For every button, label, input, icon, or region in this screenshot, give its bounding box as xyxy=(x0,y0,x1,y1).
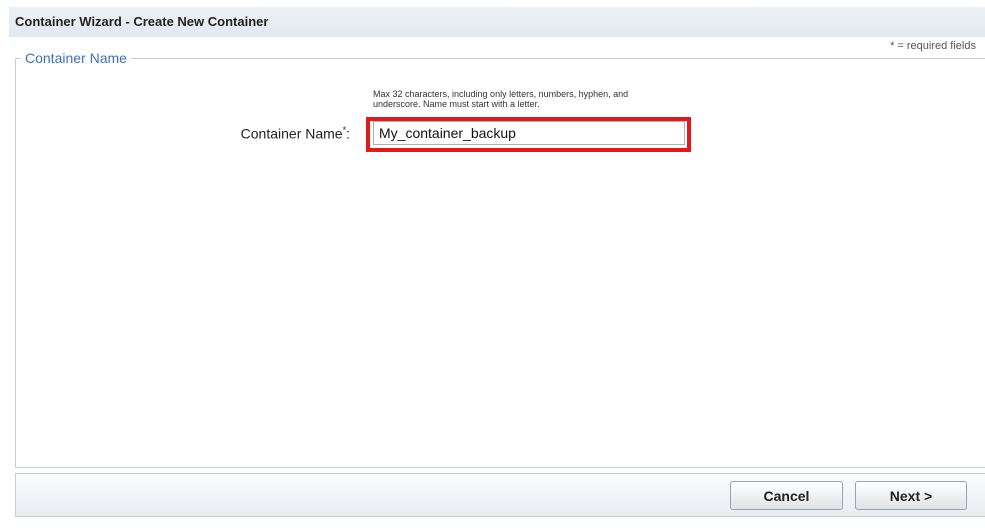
required-fields-note: * = required fields xyxy=(890,40,976,52)
hint-line-1: Max 32 characters, including only letter… xyxy=(373,89,629,99)
wizard-title: Container Wizard - Create New Container xyxy=(15,14,269,29)
wizard-page: Container Wizard - Create New Container … xyxy=(0,0,985,529)
label-text: Container Name xyxy=(240,125,343,142)
container-name-input[interactable] xyxy=(373,121,685,145)
label-colon: : xyxy=(346,125,350,142)
section-legend: Container Name xyxy=(21,50,131,66)
next-button[interactable]: Next > xyxy=(855,481,967,510)
field-hint: Max 32 characters, including only letter… xyxy=(373,89,753,109)
cancel-button[interactable]: Cancel xyxy=(730,481,843,510)
container-name-label: Container Name*: xyxy=(180,125,350,142)
wizard-title-bar: Container Wizard - Create New Container xyxy=(9,7,985,37)
hint-line-2: underscore. Name must start with a lette… xyxy=(373,99,540,109)
